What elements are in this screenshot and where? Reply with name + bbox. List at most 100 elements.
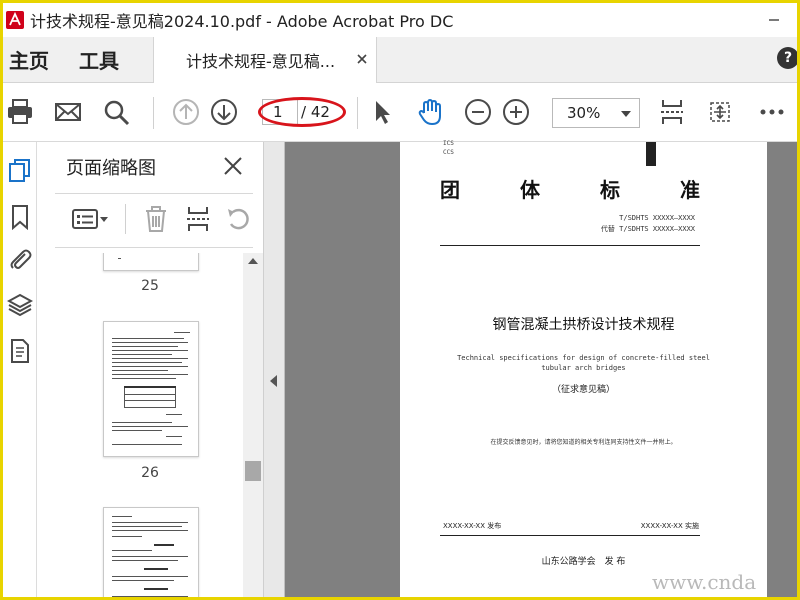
thumbnail-page[interactable] — [103, 507, 199, 597]
pdf-page: ICS CCS 团 体 标 准 T/SDHTS XXXXX—XXXX 代替 T/… — [400, 140, 767, 597]
document-view[interactable]: ICS CCS 团 体 标 准 T/SDHTS XXXXX—XXXX 代替 T/… — [264, 140, 797, 597]
zoom-select[interactable]: 30% — [552, 98, 640, 128]
patent-notice: 在提交反馈意见时，请将您知道的相关专利连同支持性文件一并附上。 — [490, 439, 677, 446]
window-controls — [751, 3, 797, 37]
minimize-button[interactable] — [751, 3, 797, 37]
trash-icon — [146, 206, 166, 232]
thumbnail-page-number: 26 — [141, 465, 159, 481]
tab-tools[interactable]: 工具 — [79, 37, 119, 82]
page-thumbnails-panel: 页面缩略图 25 26 — [37, 142, 264, 597]
panel-toolbar — [37, 200, 263, 240]
standard-type-heading: 团 体 标 准 — [440, 174, 700, 203]
close-tab-icon[interactable] — [354, 51, 370, 67]
more-tools-button[interactable] — [755, 95, 789, 129]
bookmark-icon — [12, 205, 28, 231]
acrobat-logo-icon — [6, 11, 24, 29]
watermark-text: www.cnda — [652, 570, 757, 594]
delete-page-button[interactable] — [141, 204, 171, 234]
scroll-up-icon[interactable] — [248, 258, 258, 264]
envelope-icon — [55, 103, 81, 121]
chevron-down-icon — [621, 111, 631, 117]
hand-tool-button[interactable] — [413, 95, 447, 129]
insert-page-button[interactable] — [183, 204, 213, 234]
thumbnail-page-number: 25 — [141, 278, 159, 294]
replaced-standard-code: 代替 T/SDHTS XXXXX—XXXX — [600, 225, 695, 233]
fit-page-button[interactable] — [655, 95, 689, 129]
layers-button[interactable] — [6, 292, 34, 318]
standard-code: T/SDHTS XXXXX—XXXX — [619, 214, 695, 222]
main-toolbar: 1 / 42 30% — [3, 83, 797, 142]
thumbnail-list[interactable]: 25 26 — [37, 253, 243, 597]
page-thumbnails-button[interactable] — [7, 158, 33, 184]
minus-circle-icon — [465, 99, 491, 125]
thumbnail-page[interactable] — [103, 321, 199, 457]
rotate-page-button[interactable] — [223, 204, 253, 234]
insert-page-icon — [187, 207, 209, 231]
tab-bar: 主页 工具 计技术规程-意见稿... ? — [3, 37, 797, 83]
arrow-up-circle-icon — [173, 99, 199, 125]
close-icon[interactable] — [223, 156, 243, 176]
pages-icon — [9, 159, 30, 182]
arrow-down-circle-icon — [211, 99, 237, 125]
panel-divider — [55, 193, 253, 194]
cursor-arrow-icon — [376, 101, 390, 124]
header-rule — [440, 245, 700, 246]
tab-document[interactable]: 计技术规程-意见稿... — [153, 37, 377, 83]
draft-label: （征求意见稿） — [551, 385, 615, 395]
options-menu-button[interactable] — [71, 204, 111, 234]
previous-page-button[interactable] — [169, 95, 203, 129]
footer-rule — [440, 535, 700, 536]
thumbnail-table — [124, 388, 176, 408]
page-content-button[interactable] — [7, 338, 33, 364]
help-icon[interactable]: ? — [777, 47, 797, 69]
highlight-ellipse — [258, 97, 346, 127]
zoom-in-button[interactable] — [499, 95, 533, 129]
thumbnail-line — [118, 258, 121, 259]
print-button[interactable] — [3, 95, 37, 129]
scrollbar-thumb[interactable] — [245, 461, 261, 481]
bookmarks-button[interactable] — [7, 204, 33, 231]
heading-char: 体 — [520, 178, 540, 202]
heading-char: 标 — [600, 178, 620, 202]
publish-date: XXXX-XX-XX 发布 — [443, 522, 502, 530]
acrobat-window: 计技术规程-意见稿2024.10.pdf - Adobe Acrobat Pro… — [3, 3, 797, 597]
ccs-label: CCS — [443, 149, 454, 156]
paperclip-icon — [10, 249, 32, 269]
next-page-button[interactable] — [207, 95, 241, 129]
minimize-icon — [769, 19, 779, 21]
panel-divider — [55, 247, 253, 248]
search-button[interactable] — [99, 95, 133, 129]
tab-document-label: 计技术规程-意见稿... — [186, 52, 336, 71]
panel-title: 页面缩略图 — [66, 158, 156, 179]
title-bar: 计技术规程-意见稿2024.10.pdf - Adobe Acrobat Pro… — [3, 3, 797, 37]
thumbnail-page[interactable] — [103, 253, 199, 271]
tab-home[interactable]: 主页 — [9, 37, 49, 82]
zoom-value: 30% — [567, 104, 601, 122]
expand-arrows-icon — [710, 102, 730, 122]
toolbar-separator — [153, 97, 154, 129]
heading-char: 准 — [680, 178, 700, 202]
search-icon — [104, 100, 130, 126]
chevron-left-icon — [270, 375, 277, 387]
document-icon — [11, 339, 29, 363]
collapse-panel-handle[interactable] — [264, 142, 285, 597]
list-options-icon — [72, 209, 108, 229]
hand-icon — [418, 98, 441, 126]
implement-date: XXXX-XX-XX 实施 — [640, 522, 699, 530]
ics-label: ICS — [443, 140, 454, 147]
document-title: 钢管混凝土拱桥设计技术规程 — [492, 317, 675, 333]
rotate-view-button[interactable] — [703, 95, 737, 129]
navigation-rail — [3, 142, 37, 597]
panel-toolbar-separator — [125, 204, 126, 234]
english-title-line1: Technical specifications for design of c… — [457, 354, 710, 362]
plus-circle-icon — [503, 99, 529, 125]
zoom-out-button[interactable] — [461, 95, 495, 129]
attachments-button[interactable] — [7, 246, 33, 272]
select-tool-button[interactable] — [365, 95, 399, 129]
thumbnail-scrollbar[interactable] — [243, 253, 263, 597]
window-title: 计技术规程-意见稿2024.10.pdf - Adobe Acrobat Pro… — [30, 12, 454, 31]
email-button[interactable] — [51, 95, 85, 129]
layers-icon — [6, 293, 34, 317]
printer-icon — [8, 99, 32, 124]
logo-fragment — [646, 142, 656, 166]
